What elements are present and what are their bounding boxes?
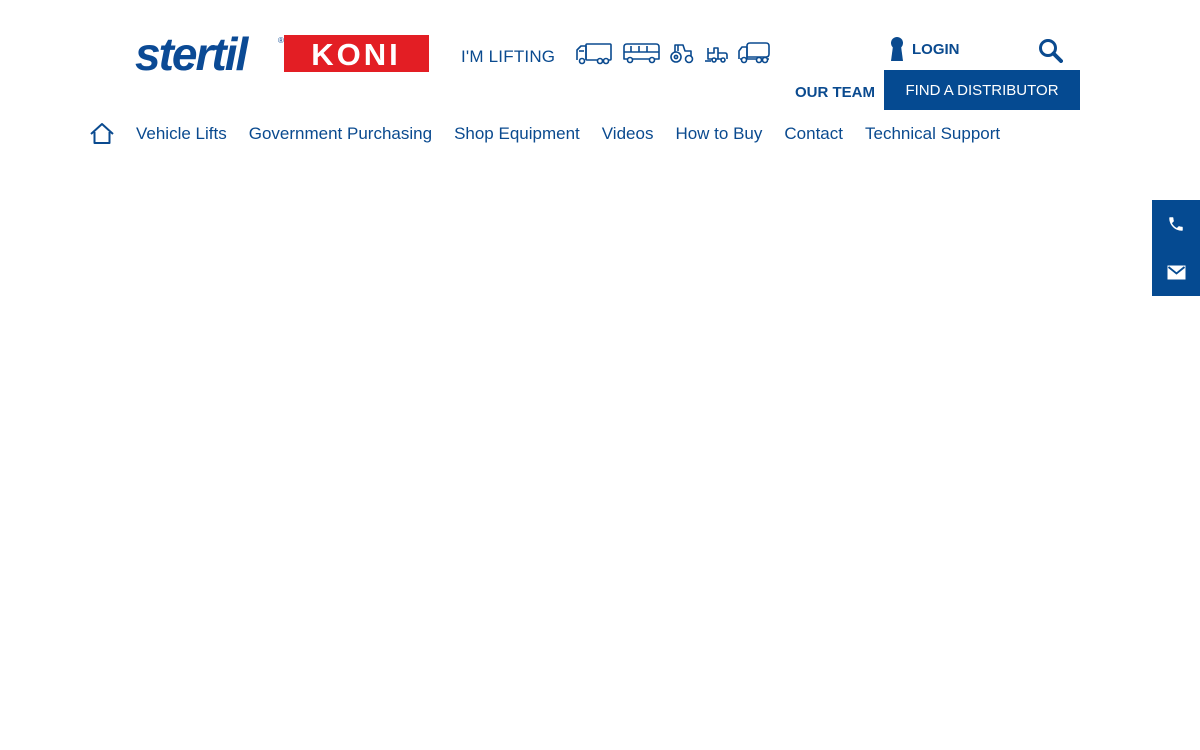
login-link[interactable]: LOGIN	[889, 36, 960, 62]
nav-item-government-purchasing[interactable]: Government Purchasing	[249, 124, 432, 144]
home-icon[interactable]	[89, 122, 115, 146]
logo-text-stertil: stertil	[135, 30, 249, 76]
side-contact-tabs	[1152, 200, 1200, 296]
truck-icon[interactable]	[575, 41, 613, 65]
search-button[interactable]	[1038, 38, 1063, 68]
nav-item-vehicle-lifts[interactable]: Vehicle Lifts	[136, 124, 227, 144]
nav-item-technical-support[interactable]: Technical Support	[865, 124, 1000, 144]
im-lifting-label: I'M LIFTING	[461, 47, 556, 66]
email-icon	[1167, 265, 1185, 279]
find-distributor-button[interactable]: FIND A DISTRIBUTOR	[884, 70, 1080, 110]
forklift-icon[interactable]	[703, 41, 729, 65]
bus-icon[interactable]	[621, 41, 661, 65]
nav-item-contact[interactable]: Contact	[784, 124, 843, 144]
nav-item-shop-equipment[interactable]: Shop Equipment	[454, 124, 580, 144]
tractor-icon[interactable]	[669, 41, 695, 65]
phone-icon	[1169, 217, 1183, 231]
phone-tab[interactable]	[1152, 200, 1200, 248]
login-label: LOGIN	[912, 40, 960, 58]
logo-text-koni: KONI	[311, 37, 401, 72]
main-nav: Vehicle Lifts Government Purchasing Shop…	[89, 122, 1022, 146]
page: stertil ® KONI I'M LIFTING LOGIN OUR TEA…	[0, 0, 1200, 750]
nav-item-videos[interactable]: Videos	[602, 124, 654, 144]
tanker-truck-icon[interactable]	[737, 41, 771, 65]
email-tab[interactable]	[1152, 248, 1200, 296]
nav-item-how-to-buy[interactable]: How to Buy	[675, 124, 762, 144]
search-icon	[1039, 39, 1063, 63]
logo-registered-mark: ®	[278, 36, 284, 45]
vehicle-type-icons	[575, 41, 771, 65]
stertil-koni-logo[interactable]: stertil ® KONI	[132, 30, 430, 76]
our-team-link[interactable]: OUR TEAM	[795, 84, 875, 101]
keyhole-icon	[891, 37, 903, 61]
